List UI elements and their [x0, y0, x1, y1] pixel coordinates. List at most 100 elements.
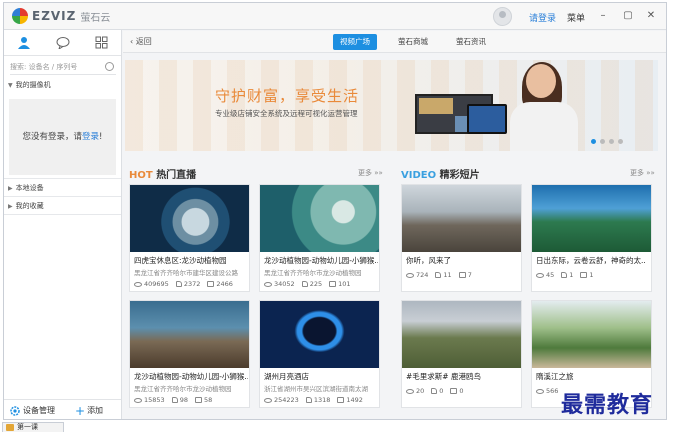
video-more-link[interactable]: 更多 »» — [630, 168, 655, 178]
left-panel: 搜索: 设备名 / 序列号 ▼ 我的摄像机 您没有登录，请登录! ▶ 本地设备 … — [4, 30, 122, 419]
like-count: 98 — [179, 396, 188, 404]
login-link[interactable]: 请登录 — [529, 11, 556, 24]
comment-count: 101 — [338, 280, 351, 288]
view-count: 566 — [546, 387, 559, 395]
maximize-button[interactable]: ▢ — [621, 9, 635, 23]
close-button[interactable]: ✕ — [644, 9, 658, 23]
video-card[interactable]: #毛里求斯# 鹿港鸥鸟 20 0 0 — [401, 300, 522, 408]
taskbar-item[interactable]: 第一课 — [2, 422, 64, 432]
eye-icon — [406, 272, 414, 278]
main-nav-bar: ‹ 返回 视频广场 萤石商城 萤石资讯 — [123, 31, 666, 53]
pager-dot[interactable] — [609, 139, 614, 144]
not-logged-in-box: 您没有登录，请登录! — [9, 99, 116, 175]
like-count: 2372 — [183, 280, 201, 288]
comment-count: 2466 — [216, 280, 233, 288]
like-icon[interactable] — [171, 397, 178, 403]
view-count: 34052 — [274, 280, 295, 288]
tab-video-square[interactable]: 视频广场 — [333, 34, 377, 50]
like-icon[interactable] — [561, 272, 568, 278]
minimize-button[interactable]: – — [596, 9, 610, 23]
back-button[interactable]: ‹ 返回 — [130, 36, 152, 47]
group-my-favorites[interactable]: ▶ 我的收藏 — [8, 201, 44, 211]
pager-dot-active[interactable] — [591, 139, 596, 144]
group-my-favorites-label: 我的收藏 — [15, 202, 44, 210]
like-icon[interactable] — [175, 281, 182, 287]
expand-right-icon: ▶ — [8, 202, 13, 210]
tab-ezviz-news[interactable]: 萤石资讯 — [449, 34, 493, 50]
add-device-button[interactable]: + 添加 — [75, 405, 103, 417]
eye-icon — [406, 388, 414, 394]
video-section-title: VIDEO 精彩短片 — [401, 166, 480, 181]
hot-more-link[interactable]: 更多 »» — [358, 168, 383, 178]
comment-icon[interactable] — [458, 272, 466, 278]
comment-icon[interactable] — [207, 281, 215, 287]
like-icon[interactable] — [305, 397, 312, 403]
thumbnail — [130, 301, 249, 368]
hot-card[interactable]: 龙沙动植物园-动物幼儿园-小狮猴.. 黑龙江省齐齐哈尔市龙沙动植物园 34052… — [259, 184, 380, 292]
group-my-cameras[interactable]: ▼ 我的摄像机 — [8, 80, 51, 90]
card-title: 湖州月亮酒店 — [264, 372, 309, 381]
card-title: #毛里求斯# 鹿港鸥鸟 — [406, 372, 481, 381]
group-my-cameras-label: 我的摄像机 — [15, 81, 51, 89]
card-stats: 45 1 1 — [536, 271, 594, 279]
eye-icon — [134, 397, 142, 403]
hot-card[interactable]: 龙沙动植物园-动物幼儿园-小狮猴.. 黑龙江省齐齐哈尔市龙沙动植物园 15853… — [129, 300, 250, 408]
comment-count: 1 — [589, 271, 594, 279]
group-local-devices-label: 本地设备 — [15, 184, 44, 192]
view-count: 15853 — [144, 396, 165, 404]
eye-icon — [264, 281, 272, 287]
banner-person-image — [510, 62, 580, 151]
comment-icon[interactable] — [450, 388, 458, 394]
device-management-label: 设备管理 — [23, 406, 55, 415]
group-local-devices[interactable]: ▶ 本地设备 — [8, 183, 44, 193]
user-avatar-icon[interactable] — [493, 7, 512, 26]
card-stats: 15853 98 58 — [134, 396, 212, 404]
card-title: 日出东际，云卷云舒，神奇的太.. — [536, 256, 646, 265]
like-icon[interactable] — [435, 272, 442, 278]
view-count: 724 — [416, 271, 429, 279]
hot-card[interactable]: 湖州月亮酒店 浙江省湖州市吴兴区滨湖街道南太湖 254223 1318 1492 — [259, 300, 380, 408]
video-card[interactable]: 日出东际，云卷云舒，神奇的太.. 45 1 1 — [531, 184, 652, 292]
device-search-input[interactable]: 搜索: 设备名 / 序列号 — [10, 60, 116, 75]
tab-ezviz-store[interactable]: 萤石商城 — [391, 34, 435, 50]
comment-count: 0 — [459, 387, 464, 395]
comment-icon[interactable] — [580, 272, 588, 278]
grid-icon — [95, 36, 108, 49]
eye-icon — [536, 388, 544, 394]
pager-dot[interactable] — [600, 139, 605, 144]
hot-title: 热门直播 — [156, 170, 197, 181]
gear-icon — [10, 405, 20, 416]
comment-icon[interactable] — [194, 397, 202, 403]
title-bar: EZVIZ 萤石云 请登录 菜单 – ▢ ✕ — [4, 3, 666, 30]
like-icon[interactable] — [301, 281, 308, 287]
expand-down-icon: ▼ — [8, 81, 13, 89]
device-management-button[interactable]: 设备管理 — [10, 405, 55, 416]
card-location: 黑龙江省齐齐哈尔市建华区建设公路 — [134, 269, 238, 277]
banner-tablet-image — [467, 104, 507, 134]
video-title: 精彩短片 — [439, 170, 480, 181]
body-shape — [510, 102, 578, 151]
thumbnail — [260, 185, 379, 252]
card-location: 黑龙江省齐齐哈尔市龙沙动植物园 — [264, 269, 362, 277]
left-tabs — [4, 30, 121, 56]
hot-card[interactable]: 四虎宝休息区:龙沙动植物园 黑龙江省齐齐哈尔市建华区建设公路 409695 23… — [129, 184, 250, 292]
search-icon[interactable] — [105, 62, 114, 71]
divider — [4, 214, 121, 215]
video-card[interactable]: 你听，风来了 724 11 7 — [401, 184, 522, 292]
card-location: 黑龙江省齐齐哈尔市龙沙动植物园 — [134, 385, 232, 393]
banner-subtitle: 专业级店铺安全系统及远程可视化运营管理 — [215, 109, 358, 118]
like-icon[interactable] — [431, 388, 438, 394]
comment-icon[interactable] — [337, 397, 345, 403]
menu-button[interactable]: 菜单 — [567, 11, 585, 24]
hot-section-title: HOT 热门直播 — [129, 166, 196, 181]
pager-dot[interactable] — [618, 139, 623, 144]
promo-banner[interactable]: 守护财富，享受生活 专业级店铺安全系统及远程可视化运营管理 — [125, 60, 658, 151]
thumbnail — [532, 301, 651, 368]
tab-apps[interactable] — [82, 30, 121, 55]
comment-icon[interactable] — [329, 281, 337, 287]
login-inline-link[interactable]: 登录 — [82, 132, 99, 142]
tab-contacts[interactable] — [4, 30, 43, 55]
tab-messages[interactable] — [43, 30, 82, 55]
comment-count: 1492 — [346, 396, 363, 404]
card-stats: 566 — [536, 387, 558, 395]
